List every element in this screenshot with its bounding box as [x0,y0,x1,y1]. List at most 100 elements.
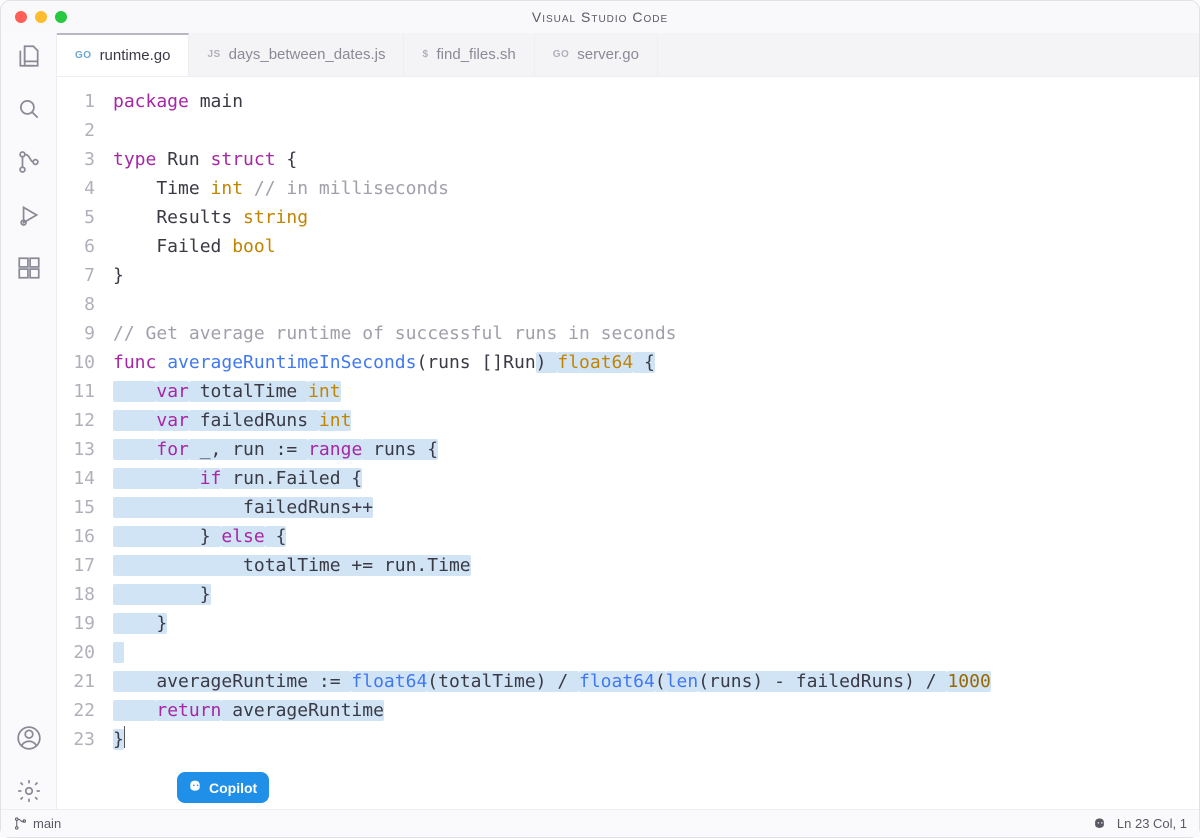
code-content[interactable]: func averageRuntimeInSeconds(runs []Run)… [113,348,1199,377]
line-number: 8 [57,290,113,319]
line-number: 6 [57,232,113,261]
code-line[interactable]: 8 [57,290,1199,319]
code-line[interactable]: 21 averageRuntime := float64(totalTime) … [57,667,1199,696]
code-line[interactable]: 15 failedRuns++ [57,493,1199,522]
tab-find_files-sh[interactable]: $find_files.sh [404,33,534,76]
code-content[interactable]: totalTime += run.Time [113,551,1199,580]
code-content[interactable]: averageRuntime := float64(totalTime) / f… [113,667,1199,696]
git-branch-indicator[interactable]: main [13,816,61,832]
line-number: 18 [57,580,113,609]
code-content[interactable]: package main [113,87,1199,116]
tab-label: runtime.go [100,47,171,64]
run-debug-icon[interactable] [16,202,42,233]
titlebar: Visual Studio Code [1,1,1199,33]
window-controls [1,11,67,23]
file-type-badge: GO [553,49,570,60]
accounts-icon[interactable] [16,725,42,756]
extensions-icon[interactable] [16,255,42,286]
tab-days_between_dates-js[interactable]: JS days_between_dates.js [189,33,404,76]
code-content[interactable]: } else { [113,522,1199,551]
code-line[interactable]: 6 Failed bool [57,232,1199,261]
code-content[interactable]: type Run struct { [113,145,1199,174]
line-number: 10 [57,348,113,377]
window-title: Visual Studio Code [1,9,1199,25]
code-line[interactable]: 5 Results string [57,203,1199,232]
code-line[interactable]: 20 [57,638,1199,667]
source-control-icon[interactable] [16,149,42,180]
line-number: 19 [57,609,113,638]
code-line[interactable]: 3type Run struct { [57,145,1199,174]
code-content[interactable]: var totalTime int [113,377,1199,406]
code-content[interactable]: Time int // in milliseconds [113,174,1199,203]
branch-name: main [33,816,61,831]
code-line[interactable]: 11 var totalTime int [57,377,1199,406]
tab-runtime-go[interactable]: GO runtime.go [57,33,189,76]
code-content[interactable]: // Get average runtime of successful run… [113,319,1199,348]
line-number: 1 [57,87,113,116]
code-line[interactable]: 14 if run.Failed { [57,464,1199,493]
tab-label: server.go [577,46,639,63]
code-line[interactable]: 10func averageRuntimeInSeconds(runs []Ru… [57,348,1199,377]
activity-bar [1,33,57,809]
code-line[interactable]: 7} [57,261,1199,290]
code-content[interactable] [113,290,1199,319]
code-content[interactable]: Failed bool [113,232,1199,261]
code-content[interactable]: var failedRuns int [113,406,1199,435]
code-content[interactable]: Results string [113,203,1199,232]
code-content[interactable]: return averageRuntime [113,696,1199,725]
copilot-icon [187,778,203,797]
explorer-icon[interactable] [16,43,42,74]
copilot-button[interactable]: Copilot [177,772,269,803]
zoom-window-button[interactable] [55,11,67,23]
code-line[interactable]: 12 var failedRuns int [57,406,1199,435]
code-line[interactable]: 2 [57,116,1199,145]
line-number: 21 [57,667,113,696]
line-number: 16 [57,522,113,551]
code-content[interactable]: for _, run := range runs { [113,435,1199,464]
tab-label: days_between_dates.js [229,46,386,63]
line-number: 12 [57,406,113,435]
status-bar: main Ln 23 Col, 1 [1,809,1199,837]
minimize-window-button[interactable] [35,11,47,23]
copilot-label: Copilot [209,780,257,796]
line-number: 7 [57,261,113,290]
code-editor[interactable]: 1package main23type Run struct {4 Time i… [57,77,1199,809]
code-line[interactable]: 4 Time int // in milliseconds [57,174,1199,203]
line-number: 20 [57,638,113,667]
code-content[interactable]: if run.Failed { [113,464,1199,493]
tab-server-go[interactable]: GO server.go [535,33,658,76]
code-content[interactable]: } [113,725,1199,754]
code-line[interactable]: 16 } else { [57,522,1199,551]
code-content[interactable]: } [113,261,1199,290]
code-line[interactable]: 18 } [57,580,1199,609]
file-type-badge: GO [75,50,92,61]
code-line[interactable]: 13 for _, run := range runs { [57,435,1199,464]
copilot-status-icon[interactable] [1092,816,1107,831]
code-content[interactable]: } [113,609,1199,638]
line-number: 23 [57,725,113,754]
line-number: 17 [57,551,113,580]
line-number: 22 [57,696,113,725]
code-line[interactable]: 19 } [57,609,1199,638]
line-number: 14 [57,464,113,493]
cursor-position[interactable]: Ln 23 Col, 1 [1117,816,1187,831]
tab-bar: GO runtime.go JS days_between_dates.js $find… [57,33,1199,77]
code-content[interactable]: failedRuns++ [113,493,1199,522]
code-line[interactable]: 9// Get average runtime of successful ru… [57,319,1199,348]
close-window-button[interactable] [15,11,27,23]
search-icon[interactable] [16,96,42,127]
settings-gear-icon[interactable] [16,778,42,809]
code-line[interactable]: 1package main [57,87,1199,116]
code-content[interactable]: } [113,580,1199,609]
file-type-badge: JS [207,49,220,60]
code-content[interactable] [113,638,1199,667]
line-number: 9 [57,319,113,348]
code-line[interactable]: 17 totalTime += run.Time [57,551,1199,580]
branch-icon [13,816,28,832]
code-line[interactable]: 23} [57,725,1199,754]
code-line[interactable]: 22 return averageRuntime [57,696,1199,725]
code-content[interactable] [113,116,1199,145]
line-number: 2 [57,116,113,145]
line-number: 15 [57,493,113,522]
vscode-window: Visual Studio Code [0,0,1200,838]
